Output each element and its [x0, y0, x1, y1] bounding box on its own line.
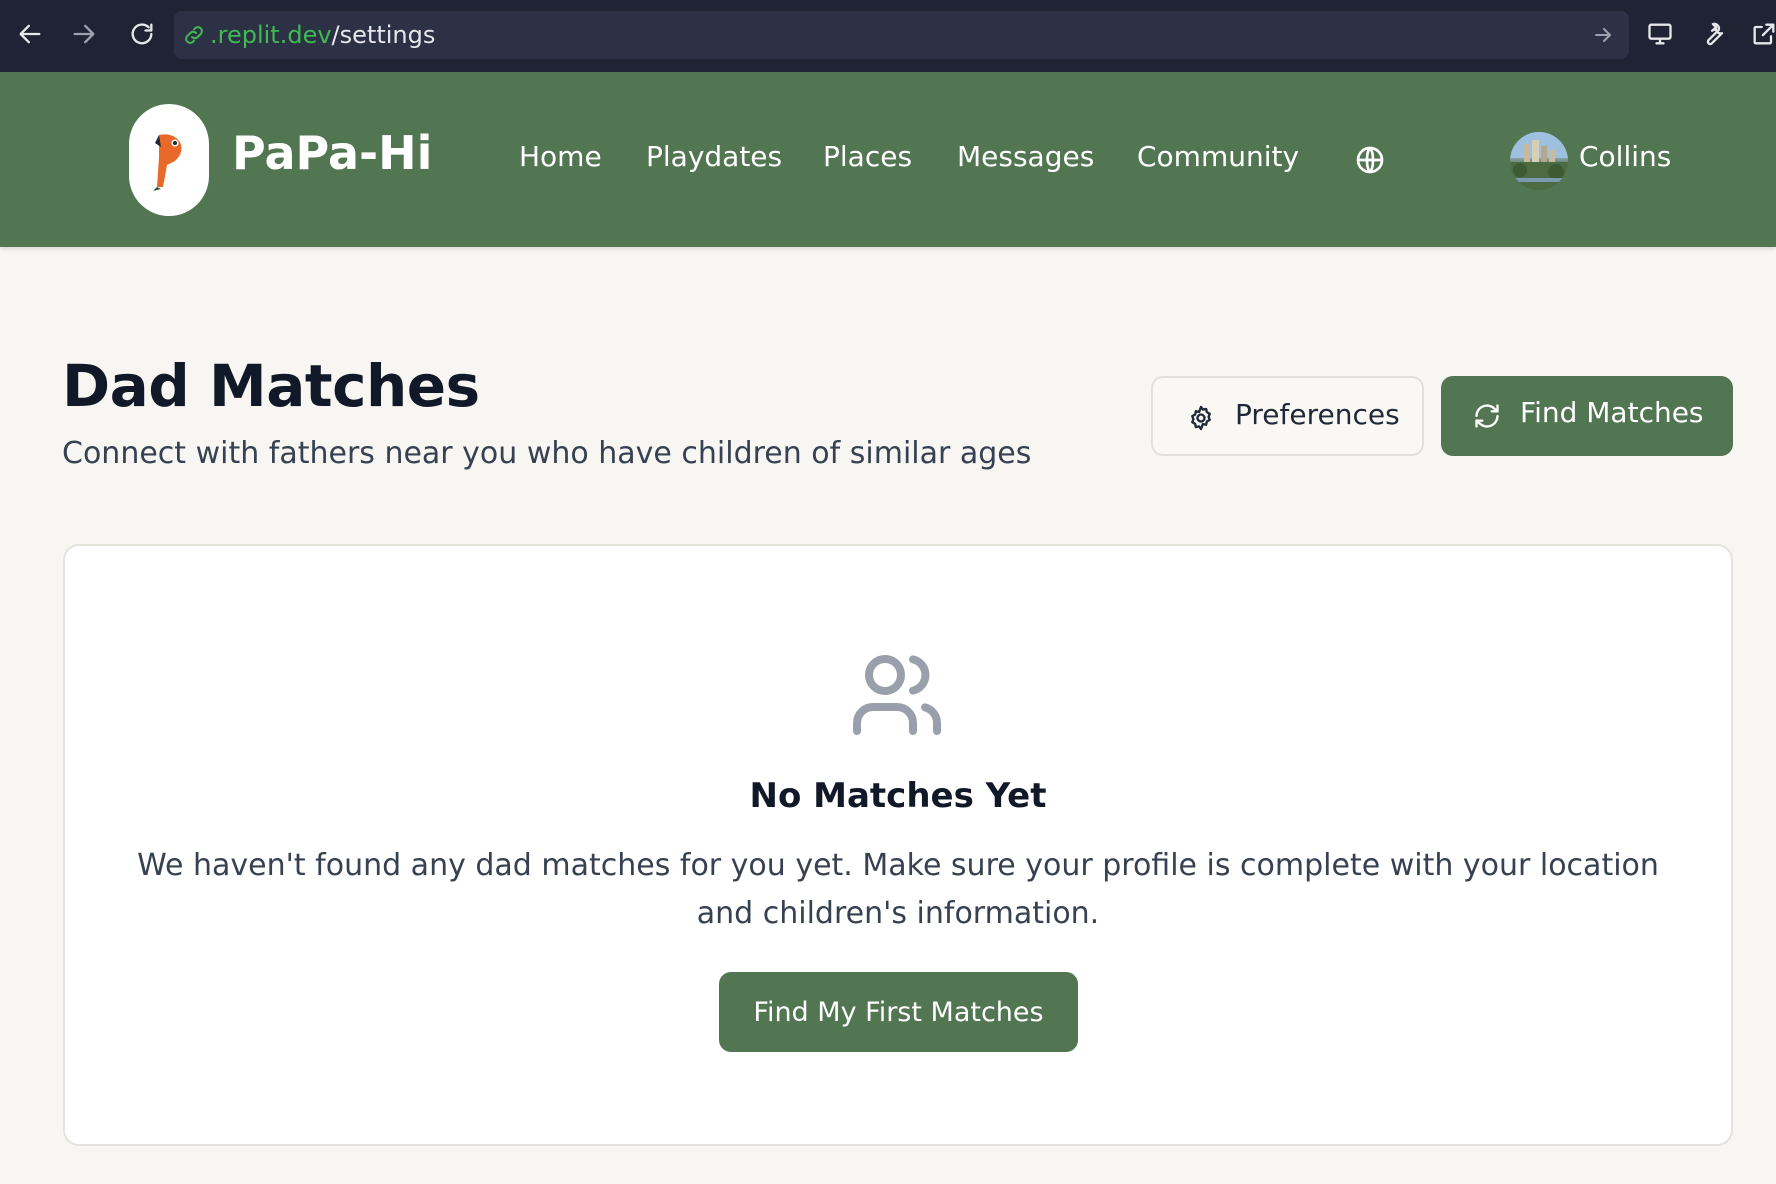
nav-home[interactable]: Home: [519, 140, 602, 173]
url-host: .replit.dev: [210, 21, 332, 49]
forward-arrow-icon[interactable]: [66, 16, 102, 52]
nav-playdates[interactable]: Playdates: [646, 140, 782, 173]
back-arrow-icon[interactable]: [12, 16, 48, 52]
refresh-icon: [1473, 402, 1501, 430]
users-icon: [849, 647, 945, 743]
empty-state-message: We haven't found any dad matches for you…: [137, 848, 1659, 931]
globe-icon[interactable]: [1354, 144, 1386, 176]
page-subtitle: Connect with fathers near you who have c…: [62, 436, 1032, 471]
gear-icon: [1187, 404, 1215, 432]
url-path: /settings: [331, 21, 436, 49]
app-header: PaPa-Hi Home Playdates Places Messages C…: [0, 72, 1776, 247]
find-matches-label: Find Matches: [1520, 396, 1704, 429]
empty-state-title: No Matches Yet: [749, 776, 1047, 816]
find-first-matches-label: Find My First Matches: [753, 996, 1044, 1028]
preferences-label: Preferences: [1235, 398, 1400, 431]
find-first-matches-button[interactable]: Find My First Matches: [719, 972, 1078, 1052]
open-external-icon[interactable]: [1746, 16, 1776, 52]
go-arrow-icon[interactable]: [1591, 23, 1615, 47]
brand-name[interactable]: PaPa-Hi: [232, 126, 432, 180]
wrench-icon[interactable]: [1695, 16, 1731, 52]
page-title: Dad Matches: [62, 352, 480, 420]
nav-community[interactable]: Community: [1137, 140, 1299, 173]
brand-logo[interactable]: [129, 104, 209, 216]
find-matches-button[interactable]: Find Matches: [1441, 376, 1733, 456]
nav-places[interactable]: Places: [823, 140, 912, 173]
matches-card: No Matches Yet We haven't found any dad …: [63, 544, 1733, 1146]
reload-icon[interactable]: [124, 16, 160, 52]
monitor-icon[interactable]: [1642, 16, 1678, 52]
browser-toolbar: .replit.dev/settings: [0, 0, 1776, 72]
address-bar[interactable]: .replit.dev/settings: [174, 11, 1629, 59]
url-text: .replit.dev/settings: [210, 21, 435, 49]
preferences-button[interactable]: Preferences: [1151, 376, 1424, 456]
link-icon: [182, 23, 206, 47]
user-name[interactable]: Collins: [1579, 140, 1671, 173]
nav-messages[interactable]: Messages: [957, 140, 1094, 173]
avatar[interactable]: [1510, 132, 1568, 190]
